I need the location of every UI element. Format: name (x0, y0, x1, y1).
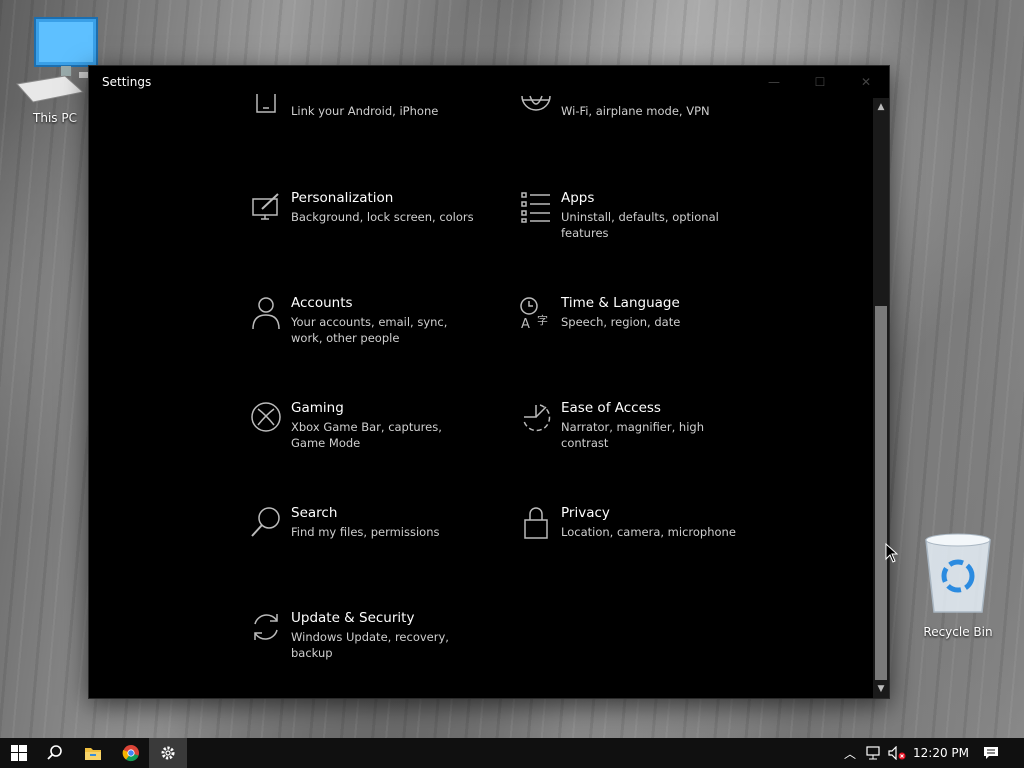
settings-taskbar-button[interactable] (149, 738, 187, 768)
notification-icon (984, 747, 998, 759)
tile-title: Personalization (291, 190, 394, 206)
clock[interactable]: 12:20 PM (910, 738, 972, 768)
scrollbar-thumb[interactable] (875, 306, 887, 680)
tile-title: Accounts (291, 295, 353, 311)
windows-start-icon (11, 745, 27, 761)
svg-text:字: 字 (537, 313, 548, 327)
settings-tile-personalization[interactable]: Personalization Background, lock screen,… (241, 189, 481, 231)
this-pc-label: This PC (33, 111, 77, 125)
volume-muted-icon (888, 746, 906, 760)
minimize-icon: — (768, 75, 780, 89)
action-center-button[interactable] (976, 738, 1006, 768)
mouse-cursor-icon (885, 543, 899, 563)
lock-icon (511, 504, 561, 546)
apps-icon (511, 189, 561, 231)
tile-title: Update & Security (291, 610, 415, 626)
computer-icon (16, 17, 98, 103)
window-title: Settings (102, 75, 152, 89)
tile-description: Speech, region, date (561, 315, 681, 329)
settings-gear-icon (161, 746, 175, 760)
xbox-icon (241, 399, 291, 441)
search-icon (47, 745, 62, 760)
recycle-bin-desktop-icon[interactable]: Recycle Bin (918, 530, 998, 639)
clock-time: 12:20 PM (913, 746, 969, 760)
tile-description: Windows Update, recovery, backup (291, 630, 449, 660)
tile-description: Xbox Game Bar, captures, Game Mode (291, 420, 442, 450)
file-explorer-button[interactable] (74, 738, 112, 768)
close-icon: ✕ (860, 75, 872, 89)
tile-title: Gaming (291, 400, 344, 416)
tile-title: Privacy (561, 505, 610, 521)
settings-home-grid: Link your Android, iPhone Wi-Fi, airplan… (89, 66, 873, 698)
tile-title: Apps (561, 190, 595, 206)
tile-description: Link your Android, iPhone (291, 104, 439, 118)
scroll-down-arrow-icon[interactable]: ▼ (873, 682, 889, 696)
settings-tile-search[interactable]: Search Find my files, permissions (241, 504, 481, 546)
personalization-icon (241, 189, 291, 231)
ease-of-access-icon (511, 399, 561, 441)
time-language-icon: A字 (511, 294, 561, 336)
taskbar: ︿ 12:20 PM (0, 738, 1024, 768)
chrome-icon (122, 745, 139, 762)
tile-description: Find my files, permissions (291, 525, 440, 539)
settings-tile-update-security[interactable]: Update & Security Windows Update, recove… (241, 609, 481, 661)
settings-window: Link your Android, iPhone Wi-Fi, airplan… (88, 65, 890, 699)
file-explorer-icon (85, 748, 101, 760)
tile-description: Uninstall, defaults, optional features (561, 210, 719, 240)
globe-icon (511, 92, 561, 134)
window-titlebar[interactable]: Settings — ☐ ✕ (89, 66, 889, 98)
settings-tile-gaming[interactable]: Gaming Xbox Game Bar, captures, Game Mod… (241, 399, 481, 451)
settings-tile-accounts[interactable]: Accounts Your accounts, email, sync, wor… (241, 294, 481, 346)
phone-icon (241, 92, 291, 134)
tile-description: Background, lock screen, colors (291, 210, 474, 224)
show-hidden-icons-button[interactable]: ︿ (840, 738, 860, 768)
tile-title: Search (291, 505, 338, 521)
search-icon (241, 504, 291, 546)
tile-title: Time & Language (561, 295, 680, 311)
close-button[interactable]: ✕ (843, 66, 889, 98)
chrome-button[interactable] (112, 738, 150, 768)
network-tray-button[interactable] (862, 738, 884, 768)
settings-tile-apps[interactable]: Apps Uninstall, defaults, optional featu… (511, 189, 751, 241)
tile-description: Location, camera, microphone (561, 525, 736, 539)
tile-description: Wi-Fi, airplane mode, VPN (561, 104, 710, 118)
settings-tile-phone[interactable]: Link your Android, iPhone (241, 92, 481, 134)
recycle-bin-icon (925, 533, 991, 613)
settings-tile-ease-of-access[interactable]: Ease of Access Narrator, magnifier, high… (511, 399, 751, 451)
maximize-button[interactable]: ☐ (797, 66, 843, 98)
person-icon (241, 294, 291, 336)
tile-description: Narrator, magnifier, high contrast (561, 420, 704, 450)
minimize-button[interactable]: — (751, 66, 797, 98)
tile-title: Ease of Access (561, 400, 661, 416)
network-icon (866, 746, 880, 760)
settings-tile-time-language[interactable]: A字 Time & Language Speech, region, date (511, 294, 751, 336)
taskbar-search-button[interactable] (36, 738, 74, 768)
tile-description: Your accounts, email, sync, work, other … (291, 315, 448, 345)
this-pc-desktop-icon[interactable]: This PC (15, 14, 98, 125)
start-button[interactable] (0, 738, 38, 768)
settings-tile-network[interactable]: Wi-Fi, airplane mode, VPN (511, 92, 751, 134)
maximize-icon: ☐ (814, 75, 826, 89)
settings-tile-privacy[interactable]: Privacy Location, camera, microphone (511, 504, 751, 546)
svg-text:A: A (521, 317, 530, 330)
chevron-up-icon: ︿ (843, 746, 856, 761)
update-icon (241, 609, 291, 651)
scroll-up-arrow-icon[interactable]: ▲ (873, 100, 889, 114)
volume-tray-button[interactable] (885, 738, 909, 768)
vertical-scrollbar[interactable]: ▲ ▼ (873, 98, 889, 698)
recycle-bin-label: Recycle Bin (923, 625, 993, 639)
